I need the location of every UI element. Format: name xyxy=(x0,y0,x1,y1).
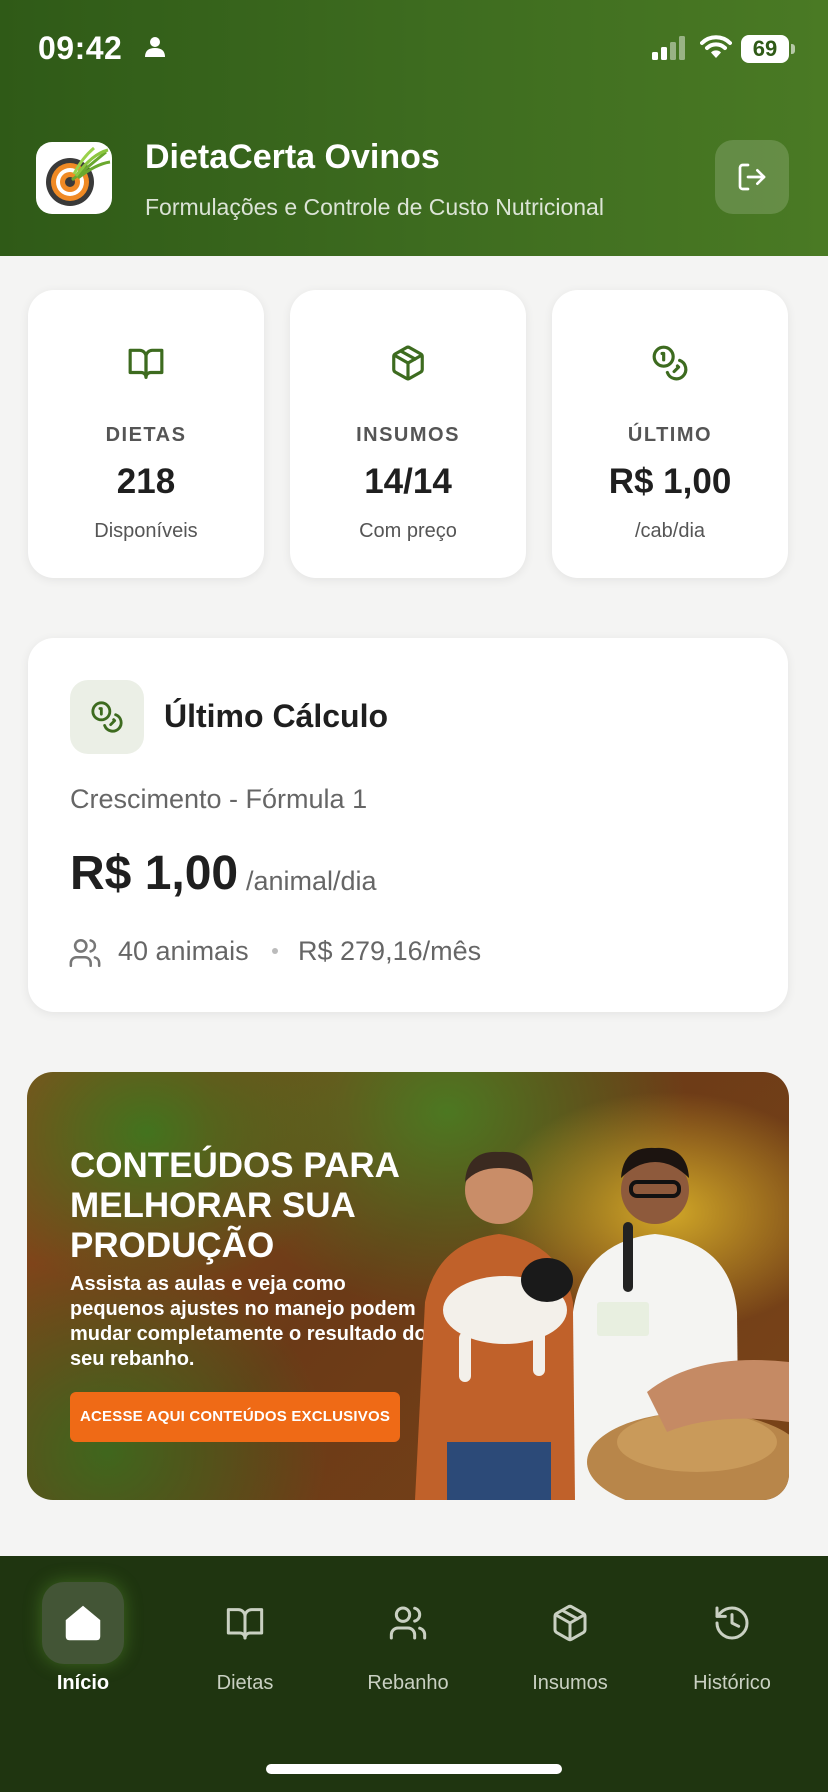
app-logo xyxy=(36,142,112,214)
nav-item-rebanho[interactable]: Rebanho xyxy=(326,1556,490,1696)
cost-per-animal: R$ 1,00 xyxy=(70,847,239,900)
box-icon xyxy=(290,344,526,382)
stat-caption: Disponíveis xyxy=(94,520,198,542)
promo-photo xyxy=(397,1142,789,1500)
battery-level: 69 xyxy=(741,35,789,63)
bottom-navigation: Início Dietas Rebanho Insumos Histórico xyxy=(0,1556,828,1792)
logout-icon xyxy=(736,161,768,193)
users-icon xyxy=(367,1582,449,1664)
monthly-cost: R$ 279,16/mês xyxy=(298,936,482,966)
cellular-signal-icon xyxy=(652,36,688,60)
logout-button[interactable] xyxy=(715,140,789,214)
stat-caption: /cab/dia xyxy=(634,520,706,542)
person-icon xyxy=(144,36,166,58)
promo-text: Assista as aulas e veja como pequenos aj… xyxy=(70,1273,427,1370)
status-time: 09:42 xyxy=(38,30,123,66)
cost-unit: /animal/dia xyxy=(246,866,377,896)
nav-item-insumos[interactable]: Insumos xyxy=(488,1556,652,1696)
stat-label: DIETAS xyxy=(105,424,187,446)
stat-value: R$ 1,00 xyxy=(608,462,732,501)
app-subtitle: Formulações e Controle de Custo Nutricio… xyxy=(145,194,604,220)
battery-nub xyxy=(791,44,795,54)
book-icon xyxy=(204,1582,286,1664)
nav-item-dietas[interactable]: Dietas xyxy=(163,1556,327,1696)
promo-cta-button[interactable]: ACESSE AQUI CONTEÚDOS EXCLUSIVOS xyxy=(70,1392,400,1442)
nav-item-inicio[interactable]: Início xyxy=(1,1556,165,1696)
coins-icon xyxy=(552,344,788,382)
separator-dot xyxy=(272,948,278,954)
formula-name: Crescimento - Fórmula 1 xyxy=(70,784,368,814)
promo-banner[interactable]: CONTEÚDOS PARA MELHORAR SUA PRODUÇÃO Ass… xyxy=(27,1072,789,1500)
stat-card-dietas[interactable]: DIETAS 218 Disponíveis xyxy=(28,290,264,578)
nav-label: Histórico xyxy=(693,1672,771,1694)
stat-card-insumos[interactable]: INSUMOS 14/14 Com preço xyxy=(290,290,526,578)
stat-card-ultimo[interactable]: ÚLTIMO R$ 1,00 /cab/dia xyxy=(552,290,788,578)
home-icon xyxy=(42,1582,124,1664)
history-icon xyxy=(691,1582,773,1664)
stat-value: 14/14 xyxy=(364,462,452,501)
box-icon xyxy=(529,1582,611,1664)
nav-label: Dietas xyxy=(216,1672,274,1694)
home-indicator[interactable] xyxy=(266,1764,562,1774)
promo-heading: CONTEÚDOS PARA MELHORAR SUA PRODUÇÃO xyxy=(70,1146,399,1265)
animal-count: 40 animais xyxy=(118,936,249,966)
coins-icon xyxy=(70,680,144,754)
app-title: DietaCerta Ovinos xyxy=(145,138,440,176)
nav-label: Rebanho xyxy=(367,1672,449,1694)
nav-item-historico[interactable]: Histórico xyxy=(650,1556,814,1696)
stat-label: ÚLTIMO xyxy=(627,424,713,446)
stat-value: 218 xyxy=(116,462,176,501)
last-calculation-title: Último Cálculo xyxy=(164,698,389,734)
app-header: 09:42 69 DietaCerta Ovinos Formulações e… xyxy=(0,0,828,256)
last-calculation-card[interactable]: Último Cálculo Crescimento - Fórmula 1 R… xyxy=(28,638,788,1012)
wifi-icon xyxy=(700,34,732,60)
book-icon xyxy=(28,344,264,382)
users-icon xyxy=(68,936,102,970)
nav-label: Início xyxy=(56,1672,110,1694)
nav-label: Insumos xyxy=(532,1672,608,1694)
stat-label: INSUMOS xyxy=(356,424,460,446)
stat-caption: Com preço xyxy=(359,520,457,542)
